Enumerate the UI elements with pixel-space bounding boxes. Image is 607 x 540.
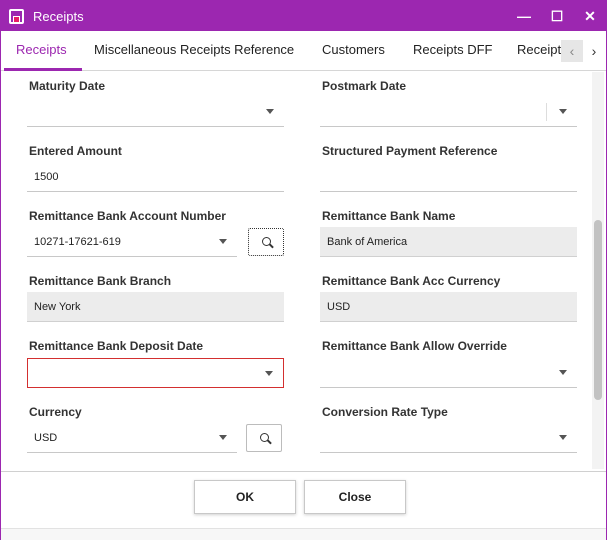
structured-payment-reference-field[interactable] bbox=[320, 162, 577, 192]
tab-bar: Receipts Miscellaneous Receipts Referenc… bbox=[1, 31, 606, 71]
status-strip bbox=[1, 528, 606, 540]
remittance-bank-acc-currency-label: Remittance Bank Acc Currency bbox=[322, 274, 501, 288]
chevron-down-icon[interactable] bbox=[559, 435, 567, 440]
chevron-down-icon[interactable] bbox=[559, 370, 567, 375]
search-icon bbox=[260, 433, 269, 442]
window-title: Receipts bbox=[33, 9, 84, 24]
title-bar: Receipts — ☐ ✕ bbox=[1, 1, 606, 31]
close-icon[interactable]: ✕ bbox=[579, 5, 601, 27]
close-button[interactable]: Close bbox=[304, 480, 406, 514]
receipts-window: Receipts — ☐ ✕ Receipts Miscellaneous Re… bbox=[0, 0, 607, 540]
tab-receipts-dff[interactable]: Receipts DFF bbox=[413, 31, 492, 71]
remittance-bank-name-field: Bank of America bbox=[320, 227, 577, 257]
chevron-left-icon[interactable]: ‹ bbox=[561, 40, 583, 62]
remittance-bank-deposit-date-field[interactable] bbox=[27, 358, 284, 388]
tab-receipts[interactable]: Receipts bbox=[16, 31, 67, 71]
ok-button[interactable]: OK bbox=[194, 480, 296, 514]
chevron-down-icon[interactable] bbox=[266, 109, 274, 114]
currency-search-button[interactable] bbox=[246, 424, 282, 452]
remittance-bank-deposit-date-label: Remittance Bank Deposit Date bbox=[29, 339, 204, 353]
maximize-icon[interactable]: ☐ bbox=[546, 5, 568, 27]
tab-miscellaneous-receipts-reference[interactable]: Miscellaneous Receipts Reference bbox=[94, 31, 294, 71]
active-tab-indicator bbox=[4, 68, 82, 71]
form-content: Maturity Date Postmark Date Entered Amou… bbox=[4, 72, 592, 469]
chevron-down-icon[interactable] bbox=[265, 371, 273, 376]
remittance-bank-branch-field: New York bbox=[27, 292, 284, 322]
currency-label: Currency bbox=[29, 405, 82, 419]
bank-account-search-button[interactable] bbox=[248, 228, 284, 256]
chevron-down-icon[interactable] bbox=[219, 435, 227, 440]
remittance-bank-allow-override-label: Remittance Bank Allow Override bbox=[322, 339, 507, 353]
remittance-bank-account-number-value: 10271-17621-619 bbox=[34, 236, 121, 248]
entered-amount-value: 1500 bbox=[34, 171, 59, 183]
tab-overflow: Receipt bbox=[511, 31, 561, 71]
minimize-icon[interactable]: — bbox=[513, 5, 535, 27]
scrollbar-thumb[interactable] bbox=[594, 220, 602, 400]
remittance-bank-acc-currency-value: USD bbox=[327, 301, 351, 313]
remittance-bank-allow-override-field[interactable] bbox=[320, 358, 577, 388]
vertical-scrollbar[interactable] bbox=[592, 72, 604, 469]
entered-amount-label: Entered Amount bbox=[29, 144, 122, 158]
remittance-bank-account-number-label: Remittance Bank Account Number bbox=[29, 209, 226, 223]
entered-amount-field[interactable]: 1500 bbox=[27, 162, 284, 192]
maturity-date-field[interactable] bbox=[27, 97, 284, 127]
conversion-rate-type-label: Conversion Rate Type bbox=[322, 405, 448, 419]
search-icon bbox=[262, 237, 271, 246]
remittance-bank-branch-value: New York bbox=[34, 301, 81, 313]
remittance-bank-branch-label: Remittance Bank Branch bbox=[29, 274, 172, 288]
chevron-down-icon[interactable] bbox=[219, 239, 227, 244]
remittance-bank-name-value: Bank of America bbox=[327, 236, 408, 248]
app-icon bbox=[9, 9, 24, 24]
chevron-down-icon[interactable] bbox=[559, 109, 567, 114]
tab-customers[interactable]: Customers bbox=[322, 31, 385, 71]
postmark-date-field[interactable] bbox=[320, 97, 577, 127]
remittance-bank-name-label: Remittance Bank Name bbox=[322, 209, 456, 223]
remittance-bank-account-number-field[interactable]: 10271-17621-619 bbox=[27, 227, 237, 257]
dropdown-separator bbox=[546, 103, 547, 121]
remittance-bank-acc-currency-field: USD bbox=[320, 292, 577, 322]
currency-value: USD bbox=[34, 432, 58, 444]
chevron-right-icon[interactable]: › bbox=[583, 40, 605, 62]
conversion-rate-type-field[interactable] bbox=[320, 423, 577, 453]
tab-receipt-truncated[interactable]: Receipt bbox=[517, 31, 561, 71]
structured-payment-reference-label: Structured Payment Reference bbox=[322, 144, 498, 158]
postmark-date-label: Postmark Date bbox=[322, 79, 407, 93]
currency-field[interactable]: USD bbox=[27, 423, 237, 453]
maturity-date-label: Maturity Date bbox=[29, 79, 106, 93]
